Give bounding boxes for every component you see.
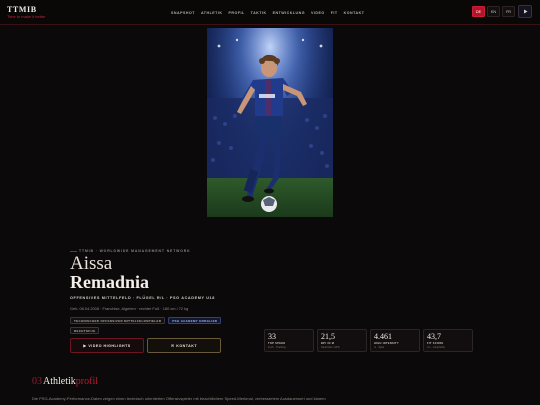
nav-item-taktik[interactable]: TAKTIK (251, 11, 267, 15)
stat-value: 4.461 (374, 332, 392, 341)
stat-value: 43,7 (427, 332, 441, 341)
brand-subtitle: Time to make it better (7, 14, 46, 19)
eyebrow-dash (70, 250, 77, 252)
main-nav: SNAPSHOT ATHLETIK PROFIL TAKTIK ENTWICKL… (171, 11, 364, 15)
language-switcher: DE EN FR (472, 6, 515, 17)
nav-item-fit[interactable]: FIT (331, 11, 338, 15)
nav-item-video[interactable]: VIDEO (311, 11, 325, 15)
tag-chip: TECHNISCHER OFFENSIVER MITTELFELDSPIELER (70, 317, 166, 324)
stat-value: 33 (268, 332, 276, 341)
football-player-illustration (207, 28, 333, 217)
contact-button[interactable]: ✉ KONTAKT (147, 338, 221, 353)
player-tags: TECHNISCHER OFFENSIVER MITTELFELDSPIELER… (70, 317, 240, 334)
play-icon (523, 9, 527, 14)
lang-de-button[interactable]: DE (472, 6, 485, 17)
contact-label: KONTAKT (176, 343, 198, 348)
stat-card-high-intensity: 4.461 HIGH INTENSITY m · Spiel (370, 329, 420, 352)
stat-note: m · Spiel (374, 345, 385, 349)
player-position: OFFENSIVES MITTELFELD · FLÜGEL R/L · PSG… (70, 296, 215, 300)
section-title-part-b: profil (75, 376, 98, 387)
brand-title: TTMIB (7, 5, 37, 14)
top-header: TTMIB Time to make it better SNAPSHOT AT… (0, 0, 540, 25)
stat-card-top-speed: 33 TOP SPEED km/h · Tracking (264, 329, 314, 352)
player-details: Geb. 08.04.2008 · Franchise, Algerien · … (70, 306, 189, 311)
nav-item-profil[interactable]: PROFIL (228, 11, 244, 15)
video-highlights-button[interactable]: ▶ VIDEO HIGHLIGHTS (70, 338, 144, 353)
nav-item-snapshot[interactable]: SNAPSHOT (171, 11, 195, 15)
mail-icon: ✉ (170, 342, 175, 348)
stat-card-fit-score: 43,7 FIT SCORE cm · Jumphöhe (423, 329, 473, 352)
section-title-part-a: Athletik (43, 376, 76, 387)
section-number: 03 (32, 376, 42, 387)
lang-en-button[interactable]: EN (487, 6, 500, 17)
stat-note: cm · Jumphöhe (427, 345, 445, 349)
video-highlights-label: VIDEO HIGHLIGHTS (88, 343, 131, 348)
lang-fr-button[interactable]: FR (502, 6, 515, 17)
nav-item-entwicklung[interactable]: ENTWICKLUNG (273, 11, 305, 15)
tag-chip-academy: PSG ACADEMY ERDGLIED (168, 317, 222, 324)
player-last-name: Remadnia (70, 272, 150, 292)
player-photo (207, 28, 333, 217)
nav-item-kontakt[interactable]: KONTAKT (344, 11, 365, 15)
brand-logo[interactable]: TTMIB Time to make it better (7, 5, 46, 20)
play-icon: ▶ (83, 342, 87, 348)
stat-note: Sprintzeit / GPS (321, 345, 340, 349)
stat-note: km/h · Tracking (268, 345, 286, 349)
section-intro-text: Die PSG-Academy-Performance-Daten zeigen… (32, 396, 326, 401)
section-title-athletikprofil: 03Athletikprofil (32, 376, 98, 388)
play-video-button[interactable] (518, 5, 532, 18)
nav-item-athletik[interactable]: ATHLETIK (201, 11, 223, 15)
stat-card-sprint: 21,5 BPI 30 M Sprintzeit / GPS (317, 329, 367, 352)
stat-value: 21,5 (321, 332, 335, 341)
tag-chip: RECHTSFUß (70, 327, 100, 334)
